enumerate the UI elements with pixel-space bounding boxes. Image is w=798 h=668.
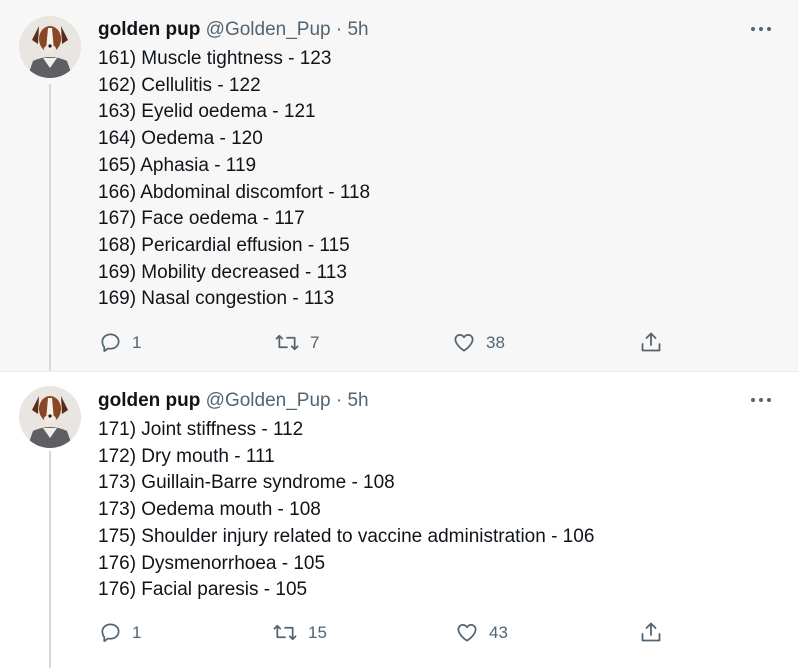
avatar[interactable] [19,386,81,448]
tweet-line: 168) Pericardial effusion - 115 [98,234,350,256]
more-icon[interactable] [750,22,772,36]
like-button[interactable]: 38 [452,331,505,354]
tweet-line: 173) Oedema mouth - 108 [98,499,321,521]
retweet-count: 7 [310,332,320,352]
tweet-line: 167) Face oedema - 117 [98,208,305,230]
tweet-line: 165) Aphasia - 119 [98,154,257,176]
thread-line [49,84,51,371]
like-icon [454,333,474,352]
tweet-text: 171) Joint stiffness - 112 172) Dry mout… [98,417,594,604]
tweet-line: 176) Dysmenorrhoea - 105 [98,552,326,574]
retweet-icon [273,624,297,641]
like-icon [457,623,477,642]
timestamp[interactable]: · 5h [336,19,369,40]
tweet-line: 173) Guillain-Barre syndrome - 108 [98,472,395,494]
share-button[interactable] [639,330,663,354]
retweet-icon [275,334,299,351]
tweet-line: 162) Cellulitis - 122 [98,74,261,96]
tweet-header: golden pup @Golden_Pup · 5h [98,18,369,42]
reply-button[interactable]: 1 [99,331,141,354]
avatar[interactable] [19,16,81,78]
tweet-line: 161) Muscle tightness - 123 [98,48,332,69]
share-button[interactable] [639,620,663,644]
display-name[interactable]: golden pup [98,19,200,40]
tweet-line: 172) Dry mouth - 111 [98,445,275,467]
tweet-line: 166) Abdominal discomfort - 118 [98,181,371,203]
display-name[interactable]: golden pup [98,390,200,411]
tweet-header: golden pup @Golden_Pup · 5h [98,389,369,413]
handle[interactable]: @Golden_Pup [206,19,331,40]
thread-line [49,451,51,668]
reply-button[interactable]: 1 [99,621,141,644]
share-icon [641,622,661,642]
tweet-line: 169) Mobility decreased - 113 [98,261,347,283]
tweet-line: 164) Oedema - 120 [98,128,263,150]
like-count: 43 [489,622,508,642]
tweet-line: 169) Nasal congestion - 113 [98,288,335,310]
tweet[interactable]: golden pup @Golden_Pup · 5h 171) Joint s… [0,371,798,668]
timestamp[interactable]: · 5h [336,390,369,411]
tweet[interactable]: golden pup @Golden_Pup · 5h 161) Muscle … [0,0,798,371]
tweet-text: 161) Muscle tightness - 123 162) Celluli… [98,46,370,313]
reply-count: 1 [132,622,142,642]
share-icon [641,332,661,352]
like-count: 38 [486,332,505,352]
like-button[interactable]: 43 [455,621,508,644]
retweet-count: 15 [308,622,327,642]
tweet-line: 175) Shoulder injury related to vaccine … [98,525,595,547]
reply-count: 1 [132,332,142,352]
tweet-line: 171) Joint stiffness - 112 [98,419,304,440]
tweet-line: 163) Eyelid oedema - 121 [98,101,316,123]
reply-icon [101,333,120,352]
more-icon[interactable] [750,393,772,407]
retweet-button[interactable]: 7 [274,331,319,354]
retweet-button[interactable]: 15 [272,621,327,644]
handle[interactable]: @Golden_Pup [206,390,331,411]
reply-icon [101,623,120,642]
tweet-line: 176) Facial paresis - 105 [98,579,308,601]
